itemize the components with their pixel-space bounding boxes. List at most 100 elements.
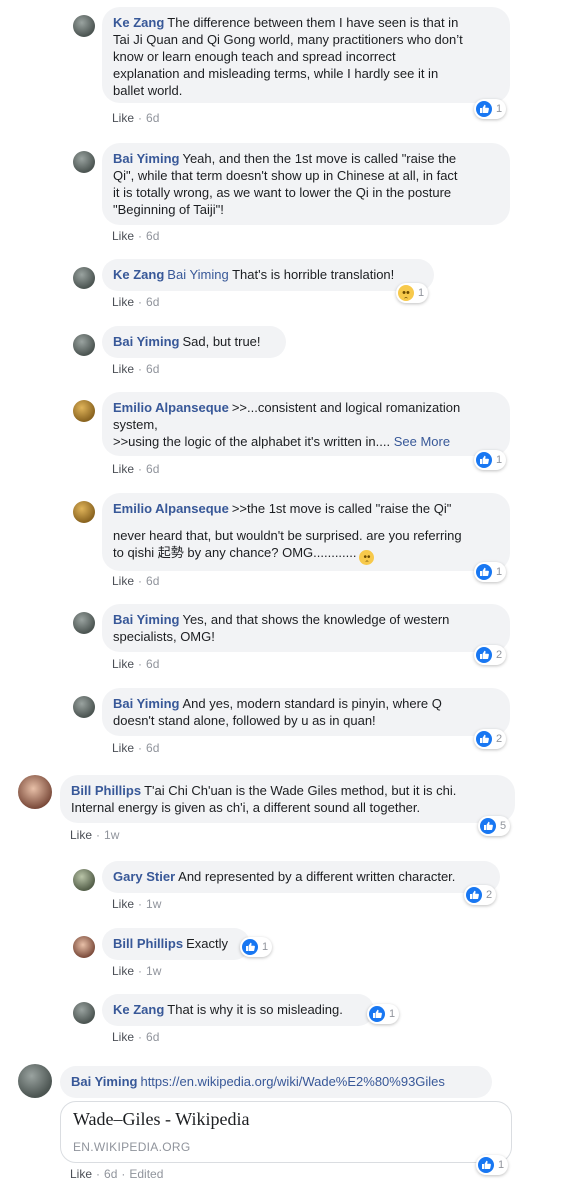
timestamp[interactable]: 1w: [146, 897, 161, 911]
see-more-link[interactable]: See More: [394, 434, 450, 449]
comment-author[interactable]: Bai Yiming: [113, 612, 179, 627]
timestamp[interactable]: 6d: [146, 362, 159, 376]
comment-bubble: Bill Phillips Exactly: [102, 928, 250, 960]
avatar[interactable]: [73, 869, 95, 891]
like-link[interactable]: Like: [112, 574, 134, 588]
comment-author[interactable]: Bai Yiming: [71, 1074, 137, 1089]
avatar[interactable]: [73, 696, 95, 718]
like-link[interactable]: Like: [112, 657, 134, 671]
avatar[interactable]: [73, 267, 95, 289]
like-link[interactable]: Like: [112, 741, 134, 755]
reaction-count[interactable]: 1: [476, 1155, 509, 1175]
comment-meta: Like · 6d: [112, 362, 160, 376]
comment-meta: Like · 6d: [112, 574, 160, 588]
avatar[interactable]: [18, 775, 52, 809]
comment-bubble: Bai Yiming And yes, modern standard is pi…: [102, 688, 510, 736]
like-link[interactable]: Like: [112, 462, 134, 476]
link-preview-card[interactable]: Wade–Giles - Wikipedia EN.WIKIPEDIA.ORG: [60, 1101, 512, 1163]
comment-author[interactable]: Bai Yiming: [113, 696, 179, 711]
reaction-count[interactable]: 1: [240, 937, 273, 957]
timestamp[interactable]: 6d: [104, 1167, 117, 1181]
reaction-count[interactable]: 2: [474, 729, 507, 749]
url-link[interactable]: https://en.wikipedia.org/wiki/Wade%E2%80…: [140, 1074, 444, 1089]
reaction-count[interactable]: 1: [474, 562, 507, 582]
edited-label[interactable]: Edited: [129, 1167, 163, 1181]
comment-bubble: Bai Yiming Yeah, and then the 1st move is…: [102, 143, 510, 225]
like-icon: [476, 564, 492, 580]
avatar[interactable]: [73, 936, 95, 958]
timestamp[interactable]: 6d: [146, 111, 159, 125]
like-link[interactable]: Like: [112, 111, 134, 125]
reaction-count[interactable]: 1: [367, 1004, 400, 1024]
avatar[interactable]: [73, 151, 95, 173]
reaction-count[interactable]: 1: [474, 99, 507, 119]
like-link[interactable]: Like: [112, 897, 134, 911]
timestamp[interactable]: 6d: [146, 1030, 159, 1044]
comment-bubble: Ke Zang The difference between them I hav…: [102, 7, 510, 103]
comment-bubble: Emilio Alpanseque >>...consistent and log…: [102, 392, 510, 456]
timestamp[interactable]: 6d: [146, 574, 159, 588]
reaction-count[interactable]: •̯• 1: [396, 283, 429, 303]
like-icon: [476, 452, 492, 468]
like-link[interactable]: Like: [70, 828, 92, 842]
comment-meta: Like · 6d: [112, 1030, 160, 1044]
comment-author[interactable]: Bill Phillips: [71, 783, 141, 798]
timestamp[interactable]: 6d: [146, 741, 159, 755]
avatar[interactable]: [73, 1002, 95, 1024]
like-link[interactable]: Like: [112, 295, 134, 309]
comment-meta: Like · 6d: [112, 111, 160, 125]
comment-bubble: Ke Zang That is why it is so misleading.: [102, 994, 374, 1026]
comment-meta: Like · 6d: [112, 229, 160, 243]
comment-author[interactable]: Bai Yiming: [113, 334, 179, 349]
avatar[interactable]: [73, 15, 95, 37]
like-link[interactable]: Like: [70, 1167, 92, 1181]
comment-author[interactable]: Bai Yiming: [113, 151, 179, 166]
comment-bubble: Bai Yiming Yes, and that shows the knowle…: [102, 604, 510, 652]
reaction-count[interactable]: 5: [478, 816, 511, 836]
avatar[interactable]: [73, 334, 95, 356]
timestamp[interactable]: 1w: [146, 964, 161, 978]
comment-bubble: Bai Yiming Sad, but true!: [102, 326, 286, 358]
comment-meta: Like · 1w: [70, 828, 120, 842]
comment-author[interactable]: Ke Zang: [113, 267, 164, 282]
timestamp[interactable]: 6d: [146, 295, 159, 309]
reaction-count[interactable]: 2: [474, 645, 507, 665]
avatar[interactable]: [73, 612, 95, 634]
timestamp[interactable]: 6d: [146, 657, 159, 671]
like-icon: [476, 101, 492, 117]
comment-author[interactable]: Ke Zang: [113, 1002, 164, 1017]
sad-emoji-icon: •̯•: [359, 550, 375, 565]
avatar[interactable]: [73, 501, 95, 523]
like-icon: [476, 731, 492, 747]
like-link[interactable]: Like: [112, 229, 134, 243]
like-icon: [476, 647, 492, 663]
comment-meta: Like · 6d: [112, 657, 160, 671]
link-preview-domain: EN.WIKIPEDIA.ORG: [73, 1140, 191, 1154]
timestamp[interactable]: 1w: [104, 828, 119, 842]
timestamp[interactable]: 6d: [146, 229, 159, 243]
like-icon: [466, 887, 482, 903]
comment-author[interactable]: Gary Stier: [113, 869, 175, 884]
comment-bubble: Bill Phillips T'ai Chi Ch'uan is the Wade…: [60, 775, 515, 823]
comment-author[interactable]: Bill Phillips: [113, 936, 183, 951]
like-link[interactable]: Like: [112, 964, 134, 978]
like-icon: [242, 939, 258, 955]
reaction-count[interactable]: 2: [464, 885, 497, 905]
comment-author[interactable]: Emilio Alpanseque: [113, 501, 229, 516]
comment-author[interactable]: Emilio Alpanseque: [113, 400, 229, 415]
sad-reaction-icon: •̯•: [398, 285, 414, 301]
comment-meta: Like · 6d: [112, 295, 160, 309]
comment-author[interactable]: Ke Zang: [113, 15, 164, 30]
avatar[interactable]: [73, 400, 95, 422]
avatar[interactable]: [18, 1064, 52, 1098]
comment-bubble: Gary Stier And represented by a different…: [102, 861, 500, 893]
comment-meta: Like · 1w: [112, 964, 162, 978]
like-link[interactable]: Like: [112, 1030, 134, 1044]
link-preview-title[interactable]: Wade–Giles - Wikipedia: [73, 1109, 249, 1130]
like-link[interactable]: Like: [112, 362, 134, 376]
like-icon: [480, 818, 496, 834]
timestamp[interactable]: 6d: [146, 462, 159, 476]
comment-bubble: Bai Yiming https://en.wikipedia.org/wiki/…: [60, 1066, 492, 1098]
mention-link[interactable]: Bai Yiming: [167, 267, 228, 282]
reaction-count[interactable]: 1: [474, 450, 507, 470]
